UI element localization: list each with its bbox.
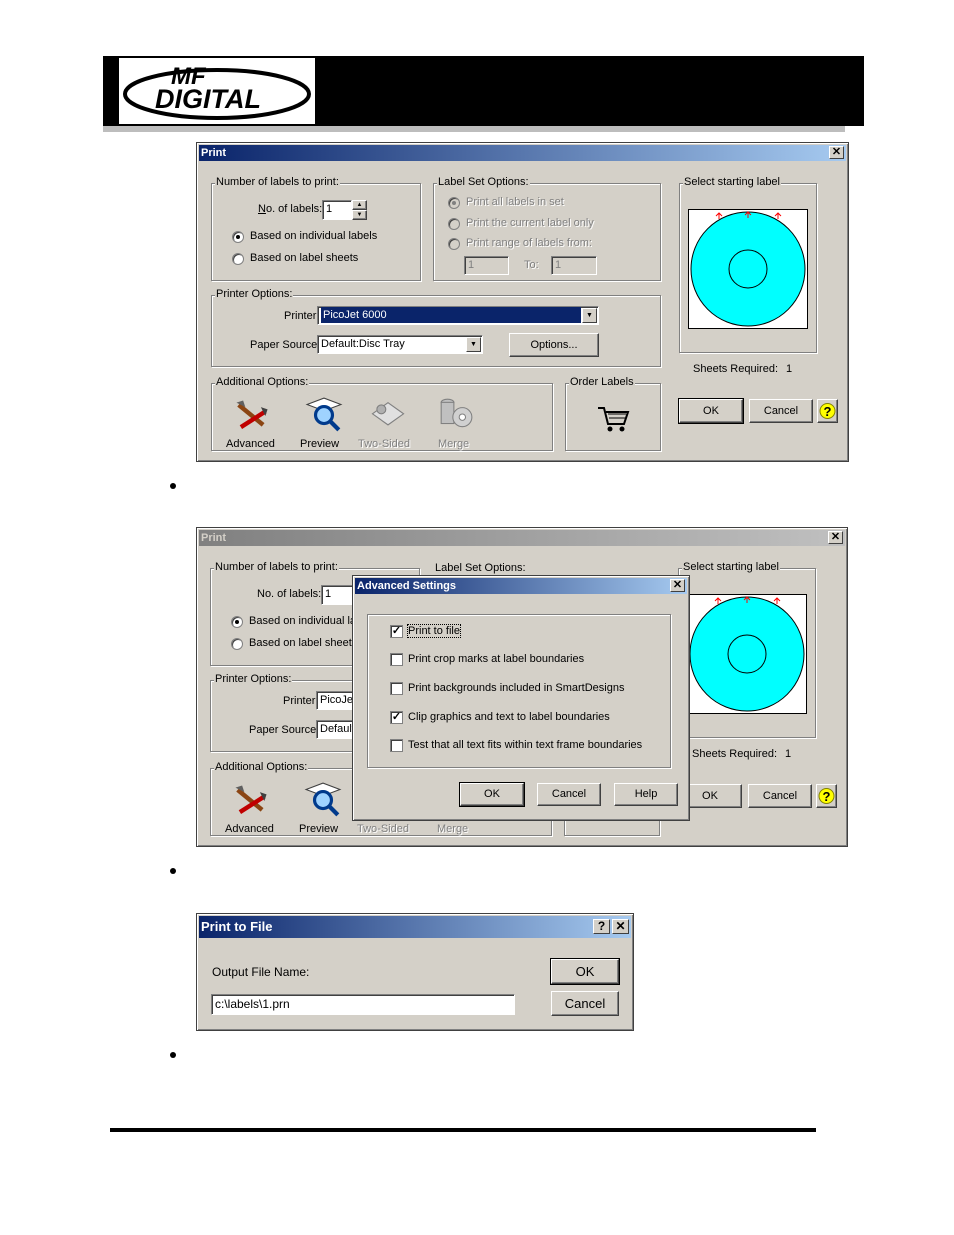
dialog-title: Print [201, 147, 227, 159]
help-button[interactable]: Help [614, 783, 678, 806]
two-sided-icon [371, 401, 405, 426]
select-starting-label-group: Select starting label [679, 176, 817, 353]
radio-sheets[interactable] [232, 253, 244, 265]
bullet-1 [170, 483, 176, 489]
help-button[interactable]: ? [817, 399, 838, 423]
help-icon[interactable]: ? [593, 919, 610, 934]
paper-source-label: Paper Source: [250, 339, 321, 351]
footer-rule [110, 1128, 816, 1132]
select-starting-label-group: Select starting label [678, 561, 816, 738]
label-preview[interactable] [687, 594, 807, 714]
chevron-down-icon[interactable]: ▼ [466, 337, 481, 352]
spin-down-icon[interactable]: ▼ [352, 210, 367, 220]
tools-icon [235, 785, 267, 814]
crop-marks-checkbox[interactable] [390, 653, 403, 666]
close-icon[interactable]: ✕ [828, 531, 843, 544]
chevron-down-icon[interactable]: ▼ [582, 308, 597, 323]
print-dialog-titlebar-inactive: Print ✕ [199, 530, 845, 546]
disc-preview-icon [690, 211, 806, 327]
print-to-file-checkbox[interactable]: ✓ [390, 625, 403, 638]
help-icon: ? [818, 788, 835, 804]
print-dialog-titlebar: Print ✕ [199, 145, 846, 161]
print-to-file-dialog: Print to File ? ✕ Output File Name: c:\l… [196, 913, 634, 1031]
advanced-button[interactable]: Advanced [222, 394, 278, 450]
shopping-cart-icon[interactable] [596, 406, 630, 434]
radio-individual[interactable] [231, 616, 243, 628]
num-labels-spinner[interactable]: ▲ ▼ [352, 200, 367, 220]
cancel-button[interactable]: Cancel [748, 784, 812, 808]
ok-button[interactable]: OK [678, 398, 744, 424]
radio-print-all-label: Print all labels in set [466, 196, 564, 208]
disc-preview-icon [689, 596, 805, 712]
bullet-3 [170, 1052, 176, 1058]
options-button[interactable]: Options... [509, 333, 599, 357]
svg-text:?: ? [824, 404, 832, 419]
close-icon[interactable]: ✕ [670, 579, 685, 592]
cancel-button[interactable]: Cancel [749, 399, 813, 423]
print-dialog: Print ✕ Number of labels to print: No. o… [196, 142, 849, 462]
logo-digital: DIGITAL [155, 84, 261, 114]
range-to-input[interactable]: 1 [551, 256, 597, 275]
radio-print-current[interactable] [448, 218, 460, 230]
preview-button[interactable]: Preview [296, 394, 346, 450]
merge-icon [440, 398, 473, 428]
range-to-label: To: [524, 259, 539, 271]
clip-checkbox[interactable]: ✓ [390, 711, 403, 724]
label-preview[interactable] [688, 209, 808, 329]
printer-label: Printer: [284, 310, 320, 322]
magnifier-icon [305, 397, 343, 432]
advanced-button[interactable]: Advanced [221, 779, 277, 835]
mf-digital-logo: MF DIGITAL [119, 58, 315, 124]
radio-print-range-label: Print range of labels from: [466, 237, 592, 249]
advanced-options-box: ✓ Print to file Print crop marks at labe… [367, 614, 671, 768]
sheets-required-value: 1 [786, 363, 793, 375]
number-of-labels-group: Number of labels to print: No. of labels… [211, 176, 421, 281]
cancel-button[interactable]: Cancel [537, 783, 601, 806]
num-labels-label: No. of labels: [258, 203, 323, 215]
label-set-options-label: Label Set Options: [435, 562, 526, 574]
magnifier-icon [304, 782, 342, 817]
cancel-button[interactable]: Cancel [551, 991, 619, 1016]
print-to-file-label: Print to file [407, 624, 461, 638]
tools-icon [236, 400, 268, 429]
output-file-input[interactable]: c:\labels\1.prn [211, 994, 515, 1015]
output-file-label: Output File Name: [212, 965, 310, 979]
ok-button[interactable]: OK [459, 782, 525, 807]
preview-button[interactable]: Preview [295, 779, 345, 835]
radio-individual[interactable] [232, 231, 244, 243]
additional-options-group: Additional Options: Advanced Preview Two… [211, 376, 553, 451]
ok-button[interactable]: OK [550, 958, 620, 985]
label-set-options-group: Label Set Options: Print all labels in s… [433, 176, 661, 281]
sheets-required-label: Sheets Required: [693, 363, 778, 375]
merge-button: Merge [432, 394, 482, 450]
printer-select[interactable]: PicoJet 6000 ▼ [317, 306, 599, 325]
help-icon: ? [819, 403, 836, 419]
radio-individual-label: Based on individual labels [250, 230, 378, 242]
text-fit-checkbox[interactable] [390, 739, 403, 752]
help-button[interactable]: ? [816, 784, 837, 808]
order-labels-group: Order Labels [565, 376, 661, 451]
backgrounds-checkbox[interactable] [390, 682, 403, 695]
spin-up-icon[interactable]: ▲ [352, 200, 367, 210]
close-icon[interactable]: ✕ [612, 919, 629, 934]
print-to-file-titlebar: Print to File ? ✕ [199, 916, 631, 938]
radio-sheets-label: Based on label sheets [250, 252, 359, 264]
radio-print-current-label: Print the current label only [466, 217, 594, 229]
num-labels-input[interactable]: 1 [322, 200, 352, 220]
two-sided-button: Two-Sided [358, 394, 414, 450]
advanced-settings-dialog: Advanced Settings ✕ ✓ Print to file Prin… [352, 575, 690, 821]
radio-sheets[interactable] [231, 638, 243, 650]
radio-print-range[interactable] [448, 238, 460, 250]
svg-text:?: ? [823, 789, 831, 804]
bullet-2 [170, 868, 176, 874]
printer-options-group: Printer Options: Printer: PicoJet 6000 ▼… [211, 288, 661, 367]
range-from-input[interactable]: 1 [464, 256, 509, 275]
header-shadow [103, 126, 845, 132]
radio-print-all[interactable] [448, 197, 460, 209]
paper-source-select[interactable]: Default:Disc Tray ▼ [317, 335, 483, 354]
advanced-settings-titlebar: Advanced Settings ✕ [355, 578, 687, 594]
close-icon[interactable]: ✕ [829, 146, 844, 159]
